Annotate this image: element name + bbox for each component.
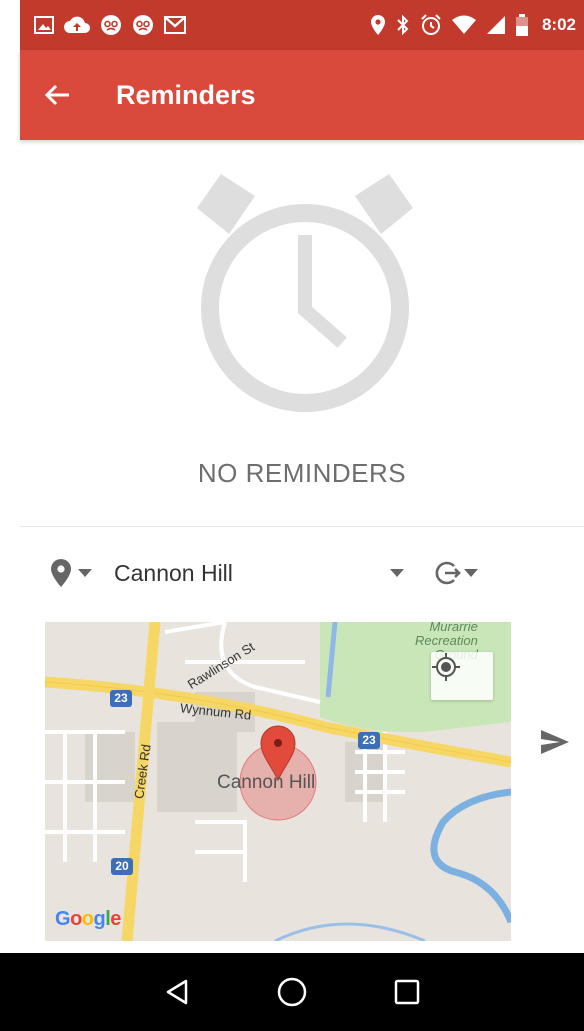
- status-bar: 8:02: [20, 0, 584, 50]
- page-title: Reminders: [116, 79, 256, 110]
- chevron-down-icon: [464, 569, 478, 577]
- back-triangle-icon: [167, 979, 188, 1005]
- map-place-label: Cannon Hill: [217, 772, 316, 793]
- wifi-icon: [451, 15, 476, 34]
- status-left-icons: [34, 14, 186, 36]
- alarm-icon: [421, 14, 441, 35]
- location-row: Cannon Hill: [20, 543, 584, 603]
- crosshair-icon: [432, 653, 460, 681]
- back-button[interactable]: [20, 50, 94, 140]
- nav-home-button[interactable]: [262, 962, 322, 1022]
- location-pin-icon: [51, 559, 71, 587]
- park-label-line: Recreation: [415, 633, 478, 648]
- recurrence-dropdown[interactable]: [432, 559, 478, 587]
- gmail-icon: [164, 16, 186, 34]
- app-bar: Reminders: [20, 50, 584, 140]
- send-icon: [541, 730, 569, 754]
- home-circle-icon: [277, 977, 307, 1007]
- route-badge: 20: [111, 858, 133, 875]
- system-nav-bar: [0, 953, 584, 1031]
- cloud-upload-icon: [64, 16, 90, 33]
- status-right-icons: 8:02: [370, 14, 576, 36]
- empty-state: NO REMINDERS: [20, 140, 584, 526]
- recents-square-icon: [394, 979, 419, 1005]
- send-button[interactable]: [535, 722, 575, 762]
- location-map[interactable]: Rawlinson St Wynnum Rd Creek Rd Murarrie…: [45, 622, 511, 941]
- status-time: 8:02: [541, 15, 576, 34]
- chevron-down-icon: [78, 569, 92, 577]
- face-icon: [101, 15, 121, 35]
- image-icon: [34, 16, 54, 34]
- location-type-dropdown[interactable]: [50, 558, 92, 588]
- battery-icon: [515, 14, 528, 36]
- location-name[interactable]: Cannon Hill: [114, 560, 384, 587]
- nav-back-button[interactable]: [147, 962, 207, 1022]
- arrow-back-icon: [44, 84, 69, 106]
- google-logo: Google: [55, 908, 121, 930]
- empty-message: NO REMINDERS: [197, 458, 407, 488]
- location-icon: [370, 15, 385, 35]
- signal-icon: [486, 16, 505, 34]
- my-location-button[interactable]: [431, 652, 493, 700]
- face-icon: [133, 15, 153, 35]
- alarm-clock-icon: [197, 174, 413, 412]
- route-badge: 23: [110, 690, 132, 707]
- chevron-down-icon[interactable]: [390, 569, 404, 577]
- route-badge: 23: [358, 732, 380, 749]
- bluetooth-icon: [397, 14, 409, 36]
- repeat-icon: [435, 561, 461, 585]
- nav-recents-button[interactable]: [377, 962, 437, 1022]
- divider: [20, 526, 584, 527]
